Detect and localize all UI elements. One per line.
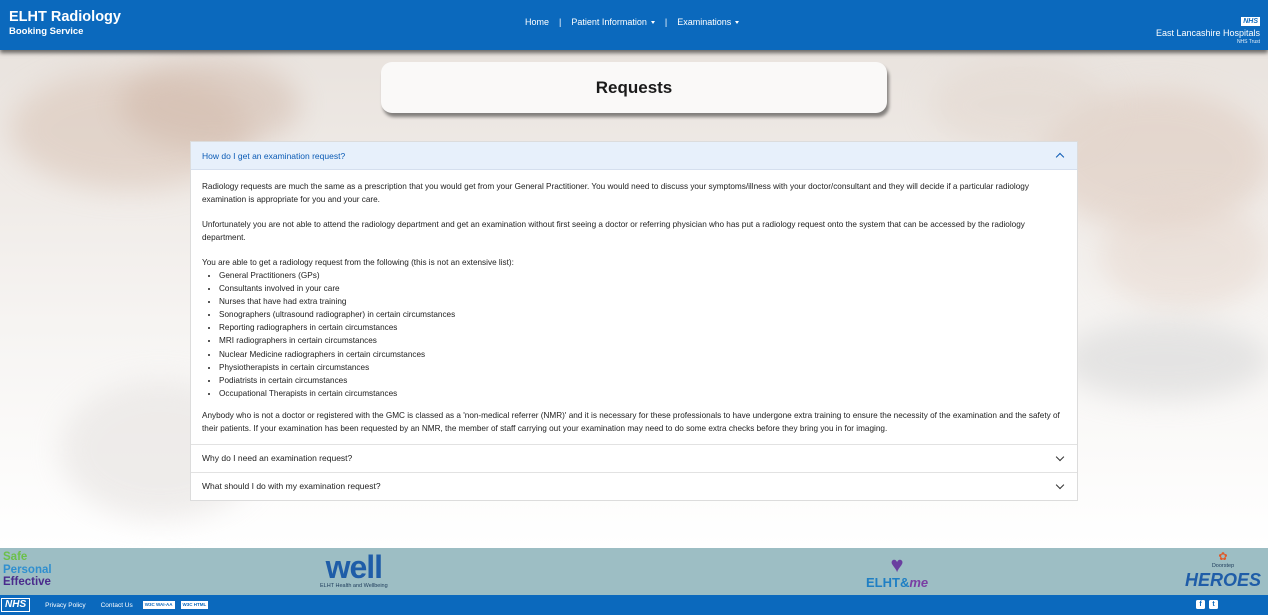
brand[interactable]: ELHT Radiology Booking Service [9,9,121,37]
list-item: General Practitioners (GPs) [219,269,1066,282]
site-footer: NHS Privacy Policy Contact Us W3C WAI-AA… [0,595,1268,615]
list-item: Occupational Therapists in certain circu… [219,387,1066,400]
list-item: MRI radiographers in certain circumstanc… [219,334,1066,347]
list-item: Consultants involved in your care [219,282,1066,295]
well-word: well [325,549,383,585]
chevron-down-icon [1055,480,1065,490]
trust-name: East Lancashire Hospitals [1155,28,1260,38]
nav-separator: | [664,17,668,27]
logo-word: Safe [3,551,28,563]
nav-examinations[interactable]: Examinations [677,17,740,27]
accordion-question: What should I do with my examination req… [202,481,381,492]
nhs-badge: NHS [1241,17,1260,26]
answer-paragraph: Radiology requests are much the same as … [202,182,1029,204]
chevron-down-icon [1055,452,1065,462]
heart-icon: ♥ [890,552,904,577]
chevron-up-icon [1055,152,1065,162]
nav-patient-information-label: Patient Information [571,17,647,27]
list-item: Nurses that have had extra training [219,295,1066,308]
privacy-policy-link[interactable]: Privacy Policy [45,602,85,609]
w3c-html-badge[interactable]: W3C HTML [180,601,209,609]
w3c-wai-badge[interactable]: W3C WAI-AA [142,601,175,609]
social-links: f t [1196,600,1218,609]
faq-accordion: How do I get an examination request? Rad… [190,141,1078,501]
list-intro: You are able to get a radiology request … [202,258,514,267]
accordion-header-get-request[interactable]: How do I get an examination request? [191,142,1077,170]
answer-paragraph: Unfortunately you are not able to attend… [202,220,1025,242]
accordion-question: Why do I need an examination request? [202,453,353,464]
trust-subtitle: NHS Trust [1236,39,1260,45]
site-header: ELHT Radiology Booking Service Home | Pa… [0,0,1268,50]
footer-logo-strip: Safe Personal Effective well ELHT Health… [0,548,1268,595]
nav-home[interactable]: Home [525,17,549,27]
elht-word: ELHT& [866,575,910,590]
trust-logo[interactable]: NHS East Lancashire Hospitals NHS Trust [1156,10,1260,45]
twitter-icon[interactable]: t [1209,600,1218,609]
page-title: Requests [595,77,673,97]
accordion-question: How do I get an examination request? [202,150,346,161]
facebook-icon[interactable]: f [1196,600,1205,609]
list-item: Physiotherapists in certain circumstance… [219,361,1066,374]
elht-and-me-logo[interactable]: ♥ ELHT&me [866,554,928,590]
page-title-card: Requests [381,62,887,113]
brand-subtitle[interactable]: Booking Service [9,26,121,37]
butterfly-icon: ✿ [1218,551,1228,563]
list-item: Nuclear Medicine radiographers in certai… [219,348,1066,361]
doorstep-heroes-logo[interactable]: ✿ Doorstep HEROES [1184,551,1261,591]
caret-down-icon [735,21,740,24]
nav-separator: | [559,17,562,27]
well-subtitle: ELHT Health and Wellbeing [320,583,388,589]
logo-word: Personal [3,563,52,576]
contact-us-link[interactable]: Contact Us [101,602,133,609]
nav-examinations-label: Examinations [677,17,732,27]
list-item: Podiatrists in certain circumstances [219,374,1066,387]
accordion-header-why-request[interactable]: Why do I need an examination request? [191,443,1077,472]
list-item: Reporting radiographers in certain circu… [219,321,1066,334]
safe-personal-effective-logo: Safe Personal Effective [3,551,52,589]
nhs-logo[interactable]: NHS [1,598,31,612]
nav-patient-information[interactable]: Patient Information [571,17,655,27]
main-nav: Home | Patient Information | Examination… [525,17,740,27]
caret-down-icon [650,21,655,24]
accordion-panel: Radiology requests are much the same as … [191,170,1077,444]
heroes-top-word: Doorstep [1211,563,1235,569]
answer-paragraph: Anybody who is not a doctor or registere… [202,410,1060,433]
accordion-header-what-to-do[interactable]: What should I do with my examination req… [191,471,1077,500]
referrer-list: General Practitioners (GPs) Consultants … [219,269,1066,400]
heroes-word: HEROES [1184,570,1261,590]
well-logo[interactable]: well ELHT Health and Wellbeing [320,551,388,590]
logo-word: Effective [3,576,51,588]
me-word: me [909,575,929,590]
list-item: Sonographers (ultrasound radiographer) i… [219,308,1066,321]
brand-title[interactable]: ELHT Radiology [9,9,121,26]
